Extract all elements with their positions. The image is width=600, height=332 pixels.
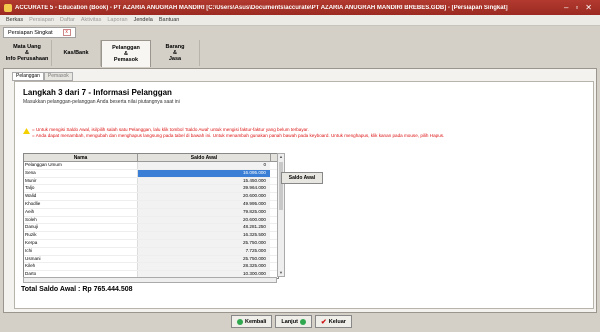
customer-name-cell[interactable]: Soleh xyxy=(24,216,138,224)
customer-name-cell[interactable]: Usmani xyxy=(24,255,138,263)
check-icon: ✔ xyxy=(320,318,327,326)
saldo-awal-button[interactable]: Saldo Awal xyxy=(281,172,323,184)
table-row[interactable]: Kileh 28.325.000 xyxy=(24,263,278,272)
column-header-nama[interactable]: Nama xyxy=(24,154,138,161)
column-header-saldo-awal[interactable]: Saldo Awal xyxy=(138,154,271,161)
scroll-down-icon[interactable]: ▼ xyxy=(278,270,284,276)
step-kas-bank[interactable]: Kas/Bank xyxy=(52,40,101,66)
scroll-thumb[interactable] xyxy=(279,162,283,210)
saldo-awal-cell[interactable]: 0 xyxy=(138,162,270,169)
warning-message: = Untuk mengisi Saldo Awal, isi/pilih sa… xyxy=(23,127,463,139)
saldo-awal-cell[interactable]: 28.325.000 xyxy=(138,263,270,271)
saldo-awal-cell[interactable]: 25.750.000 xyxy=(138,255,270,263)
customer-name-cell[interactable]: Walid xyxy=(24,193,138,200)
table-row[interactable]: Walid 20.600.000 xyxy=(24,193,278,201)
menu-aktivitas[interactable]: Aktivitas xyxy=(81,17,101,23)
window-title: ACCURATE 5 - Education (Book) - PT AZARI… xyxy=(15,4,508,11)
menu-bantuan[interactable]: Bantuan xyxy=(159,17,180,23)
exit-button[interactable]: ✔ Keluar xyxy=(314,315,352,328)
wizard-steps: Mata Uang & Info Perusahaan Kas/Bank Pelan… xyxy=(3,40,597,68)
main-panel: Pelanggan Pemasok Langkah 3 dari 7 - Inf… xyxy=(3,68,597,313)
customer-name-cell[interactable]: Taljo xyxy=(24,185,138,193)
customer-name-cell[interactable]: Danuji xyxy=(24,224,138,232)
customer-name-cell[interactable]: Munir xyxy=(24,177,138,185)
customer-name-cell[interactable]: Sena xyxy=(24,169,138,177)
saldo-awal-cell[interactable]: 20.600.000 xyxy=(138,193,270,200)
warning-icon xyxy=(23,128,30,134)
restore-icon[interactable]: ▫ xyxy=(575,3,578,12)
table-row[interactable]: Taljo 39.964.000 xyxy=(24,185,278,194)
grid-horizontal-scrollbar[interactable] xyxy=(23,277,277,283)
page-description: Masukkan pelanggan-pelanggan Anda besert… xyxy=(23,99,180,105)
bottom-bar: Kembali Lanjut ✔ Keluar xyxy=(0,311,600,332)
document-tab[interactable]: Persiapan Singkat x xyxy=(3,27,76,38)
customer-name-cell[interactable]: Ruzik xyxy=(24,232,138,239)
saldo-awal-cell[interactable]: 7.725.000 xyxy=(138,247,270,255)
customer-name-cell[interactable]: Pelanggan Umum xyxy=(24,162,138,169)
saldo-awal-cell[interactable]: 15.450.000 xyxy=(138,177,270,185)
menu-daftar[interactable]: Daftar xyxy=(60,17,75,23)
table-row[interactable]: Soleh 20.600.000 xyxy=(24,216,278,225)
app-logo-icon xyxy=(4,3,12,12)
minimize-icon[interactable]: – xyxy=(564,3,568,12)
saldo-awal-cell[interactable]: 48.281.250 xyxy=(138,224,270,232)
saldo-awal-cell[interactable]: 49.995.000 xyxy=(138,200,270,208)
next-arrow-icon xyxy=(299,318,306,325)
warning-text: = Untuk mengisi Saldo Awal, isi/pilih sa… xyxy=(32,127,445,138)
table-row[interactable]: Aeih 79.825.000 xyxy=(24,208,278,217)
scroll-up-icon[interactable]: ▲ xyxy=(278,154,284,160)
document-tab-label: Persiapan Singkat xyxy=(8,29,53,36)
step-mata-uang[interactable]: Mata Uang & Info Perusahaan xyxy=(3,40,52,66)
saldo-awal-cell[interactable]: 79.825.000 xyxy=(138,208,270,216)
customer-name-cell[interactable]: Ichi xyxy=(24,247,138,255)
close-tab-icon[interactable]: x xyxy=(62,29,71,36)
saldo-awal-cell[interactable]: 16.325.500 xyxy=(138,232,270,239)
table-row[interactable]: Danuji 48.281.250 xyxy=(24,224,278,233)
step-barang-jasa[interactable]: Barang & Jasa xyxy=(151,40,200,66)
saldo-awal-cell[interactable]: 39.964.000 xyxy=(138,185,270,193)
table-row[interactable]: Pelanggan Umum 0 xyxy=(24,162,278,170)
next-button[interactable]: Lanjut xyxy=(275,315,312,328)
table-row[interactable]: Kerpa 25.750.000 xyxy=(24,239,278,248)
table-row[interactable]: Sena 16.095.000 xyxy=(24,169,278,178)
menu-laporan[interactable]: Laporan xyxy=(107,17,127,23)
page-title: Langkah 3 dari 7 - Informasi Pelanggan xyxy=(23,88,172,97)
customer-grid[interactable]: Nama Saldo Awal Pelanggan Umum 0 Sena 16.09… xyxy=(23,153,279,279)
back-arrow-icon xyxy=(237,318,243,325)
step-pelanggan-pemasok[interactable]: Pelanggan & Pemasok xyxy=(101,40,151,67)
back-button[interactable]: Kembali xyxy=(231,315,273,328)
customer-name-cell[interactable]: Kerpa xyxy=(24,239,138,247)
title-bar: ACCURATE 5 - Education (Book) - PT AZARI… xyxy=(0,0,600,15)
table-row[interactable]: Khodlie 49.995.000 xyxy=(24,200,278,209)
customer-name-cell[interactable]: Kileh xyxy=(24,263,138,271)
customer-name-cell[interactable]: Khodlie xyxy=(24,200,138,208)
customer-name-cell[interactable]: Aeih xyxy=(24,208,138,216)
tab-pemasok[interactable]: Pemasok xyxy=(43,72,73,81)
tab-pelanggan[interactable]: Pelanggan xyxy=(12,72,44,81)
close-icon[interactable]: ✕ xyxy=(585,3,592,12)
menu-berkas[interactable]: Berkas xyxy=(6,17,23,23)
table-row[interactable]: Munir 15.450.000 xyxy=(24,177,278,186)
table-row[interactable]: Usmani 25.750.000 xyxy=(24,255,278,264)
table-row[interactable]: Ruzik 16.325.500 xyxy=(24,232,278,240)
table-row[interactable]: Ichi 7.725.000 xyxy=(24,247,278,256)
total-saldo-awal: Total Saldo Awal : Rp 765.444.508 xyxy=(21,286,133,293)
saldo-awal-cell[interactable]: 25.750.000 xyxy=(138,239,270,247)
menu-jendela[interactable]: Jendela xyxy=(134,17,153,23)
menu-bar: Berkas Persiapan Daftar Aktivitas Lapora… xyxy=(0,15,600,26)
saldo-awal-cell[interactable]: 20.600.000 xyxy=(138,216,270,224)
content-area: Langkah 3 dari 7 - Informasi Pelanggan M… xyxy=(14,81,594,309)
saldo-awal-cell[interactable]: 16.095.000 xyxy=(138,169,270,177)
menu-persiapan[interactable]: Persiapan xyxy=(29,17,54,23)
